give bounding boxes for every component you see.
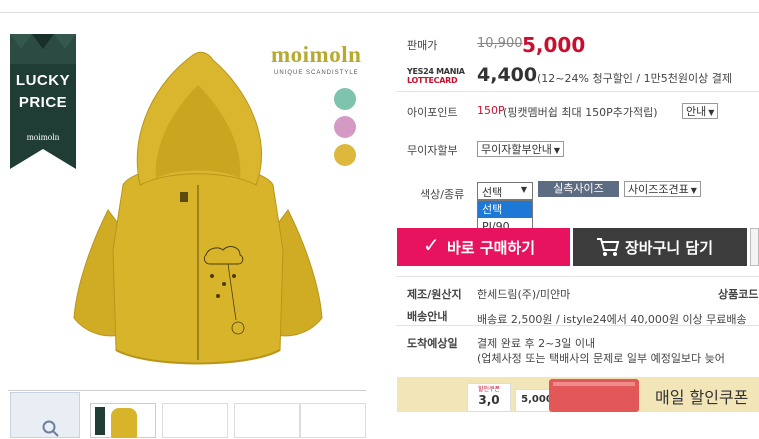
price-label: 판매가 (407, 39, 438, 52)
coupon-card-1: 할인쿠폰 3,0 (467, 383, 511, 412)
arrival-value-2: (업체사정 또는 택배사의 문제로 일부 예정일보다 늦어 (477, 352, 725, 365)
option-label: 색상/종류 (420, 188, 465, 201)
buy-now-label: 바로 구매하기 (447, 239, 536, 257)
yes24-desc: (12~24% 청구할인 / 1만5천원이상 결제 (537, 72, 732, 85)
badge-logo: moimoln (26, 132, 60, 142)
ipoint-guide-button[interactable]: 안내 ▼ (682, 103, 719, 119)
banner-text: 매일 할인쿠폰 (655, 388, 749, 407)
daily-coupon-banner[interactable]: 할인쿠폰 3,0 5,000 매일 할인쿠폰 (397, 377, 759, 412)
ipoint-points: 150P (477, 104, 505, 117)
add-to-cart-label: 장바구니 담기 (625, 239, 714, 257)
option-select[interactable]: 선택 ▼ (477, 182, 533, 200)
thumbnail-strip (8, 390, 366, 438)
coupon-label-1: 할인쿠폰 (477, 386, 501, 393)
original-price: 10,900 (477, 36, 523, 51)
top-divider (0, 12, 759, 13)
thumbnail-2[interactable] (162, 403, 228, 438)
jacket-illustration (73, 51, 323, 365)
ipoint-desc: (핑캣멤버쉽 최대 150P추가적립) (503, 106, 658, 119)
origin-value: 한세드림(주)/미얀마 (477, 288, 571, 301)
extra-action-button[interactable] (750, 228, 759, 266)
dropdown-option-0[interactable]: 선택 (478, 201, 532, 218)
thumbnail-3[interactable] (234, 403, 300, 438)
yes24-price: 4,400 (477, 64, 538, 86)
arrival-label: 도착예상일 (407, 337, 458, 350)
product-code-label: 상품코드 (718, 288, 759, 301)
origin-label: 제조/원산지 (407, 288, 462, 301)
thumbnail-4[interactable] (300, 403, 366, 438)
size-measure-button[interactable]: 실측사이즈 (538, 181, 619, 197)
zoom-icon[interactable] (10, 392, 80, 438)
installment-button[interactable]: 무이자할부안내 ▼ (477, 141, 564, 157)
add-to-cart-button[interactable]: 장바구니 담기 (573, 228, 747, 266)
sale-price: 5,000 (522, 33, 586, 57)
cart-icon (597, 238, 620, 256)
installment-button-label: 무이자할부안내 (481, 143, 552, 156)
chevron-down-icon: ▼ (708, 108, 715, 117)
shipping-label: 배송안내 (407, 310, 448, 323)
divider-3 (396, 325, 759, 326)
chevron-down-icon: ▼ (690, 186, 697, 195)
size-table-button[interactable]: 사이즈조견표 ▼ (624, 181, 701, 197)
arrival-value-1: 결제 완료 후 2~3일 이내 (477, 337, 596, 350)
yes24-logo-top: YES24 MANIA (407, 67, 465, 76)
installment-label: 무이자할부 (407, 144, 458, 157)
ipoint-guide-label: 안내 (686, 105, 707, 118)
size-table-label: 사이즈조견표 (628, 183, 689, 196)
yes24-mania-logo: YES24 MANIA LOTTECARD (407, 67, 471, 85)
check-icon: ✓ (423, 233, 440, 257)
coupon-value-1: 3,0 (478, 393, 500, 407)
lucky-price-badge: LUCKY PRICE moimoln (10, 34, 76, 169)
badge-line1: LUCKY (15, 72, 71, 89)
divider-2 (396, 276, 759, 277)
divider-1 (396, 91, 759, 92)
credit-card-image (549, 379, 639, 412)
yes24-logo-bottom: LOTTECARD (407, 76, 458, 85)
thumbnail-1[interactable] (90, 403, 156, 438)
buy-now-button[interactable]: ✓ 바로 구매하기 (397, 228, 570, 266)
chevron-down-icon: ▼ (520, 185, 527, 194)
badge-line2: PRICE (18, 94, 68, 111)
ipoint-label: 아이포인트 (407, 106, 458, 119)
chevron-down-icon: ▼ (553, 146, 560, 155)
product-image[interactable]: LUCKY PRICE moimoln moimoln UNIQUE SCAND… (8, 30, 368, 380)
option-select-value: 선택 (482, 186, 503, 199)
